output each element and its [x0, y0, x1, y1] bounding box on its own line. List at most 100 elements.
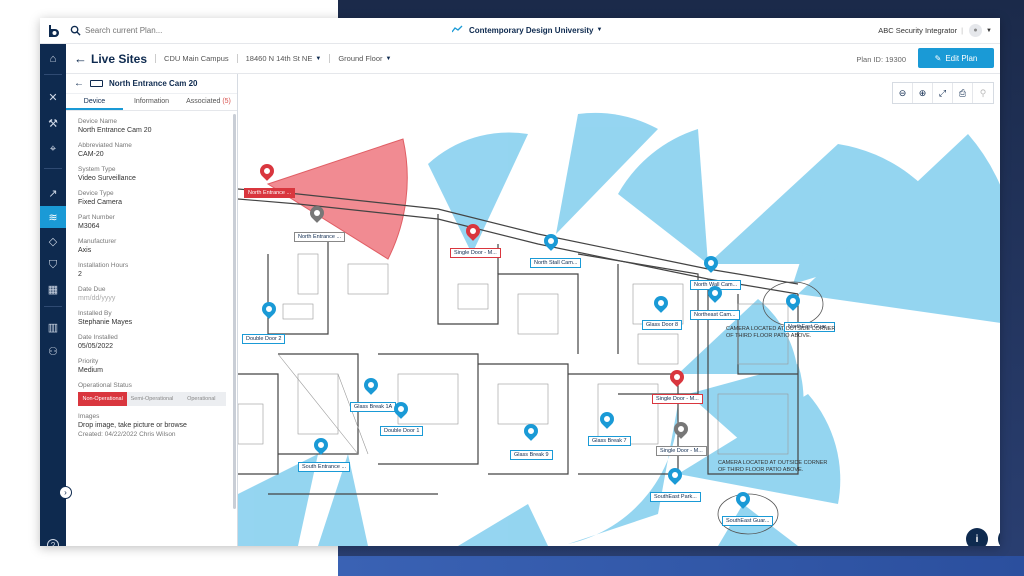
field-label: Installed By — [78, 310, 112, 317]
field-label: Device Name — [78, 118, 118, 125]
image-dropzone[interactable]: Drop image, take picture or browse — [78, 421, 237, 430]
search-box — [70, 25, 235, 36]
field-label: Operational Status — [78, 382, 132, 389]
back-arrow-icon[interactable]: ← — [74, 51, 87, 66]
field-label: Date Due — [78, 286, 106, 293]
field-value[interactable]: CAM-20 — [78, 150, 237, 159]
organization-selector[interactable]: Contemporary Design University ▼ — [451, 25, 603, 35]
device-label[interactable]: Glass Break 7 — [588, 436, 631, 446]
fit-screen-icon[interactable]: ⤢ — [933, 83, 953, 103]
field-value[interactable]: 05/05/2022 — [78, 342, 237, 351]
field-device-type: Device Type Fixed Camera — [78, 189, 237, 207]
tools-icon[interactable]: ✕ — [40, 86, 66, 108]
field-label: Manufacturer — [78, 238, 117, 245]
field-label: Priority — [78, 358, 99, 365]
field-value[interactable]: Fixed Camera — [78, 198, 237, 207]
tab-associated[interactable]: Associated (5) — [180, 94, 237, 110]
tab-information[interactable]: Information — [123, 94, 180, 110]
map-toolbar: ⊖ ⊕ ⤢ ⎙ ⚲ — [892, 82, 994, 104]
page-background-band — [338, 556, 1024, 576]
device-label[interactable]: North Stall Cam... — [530, 258, 582, 268]
breadcrumb-address[interactable]: 18460 N 14th St NE ▼ — [236, 54, 322, 63]
field-value[interactable]: 2 — [78, 270, 237, 279]
device-label[interactable]: North Entrance ... — [294, 232, 346, 242]
date-due-input[interactable]: mm/dd/yyyy — [78, 294, 237, 303]
field-date-due: Date Due mm/dd/yyyy — [78, 285, 237, 303]
tag-icon[interactable]: ◇ — [40, 230, 66, 252]
organization-name: Contemporary Design University — [469, 25, 594, 35]
collapse-panel-button[interactable]: › — [59, 486, 72, 499]
associated-count-badge: (5) — [222, 98, 231, 105]
device-label[interactable]: North Entrance ... — [244, 188, 296, 198]
field-value[interactable]: Axis — [78, 246, 237, 255]
device-label[interactable]: Northeast Cam... — [690, 310, 740, 320]
panel-scrollbar[interactable] — [233, 114, 236, 509]
field-label: Images — [78, 413, 100, 420]
status-toggle: Non-Operational Semi-Operational Operati… — [78, 392, 226, 406]
field-label: Abbreviated Name — [78, 142, 132, 149]
device-label[interactable]: Glass Break 1A — [350, 402, 397, 412]
device-label[interactable]: SouthEast Guar... — [722, 516, 774, 526]
location-pin-icon[interactable]: ⌖ — [40, 138, 66, 160]
device-label[interactable]: SouthEast Park... — [650, 492, 701, 502]
field-value[interactable]: North Entrance Cam 20 — [78, 126, 237, 135]
tab-associated-label: Associated — [186, 98, 221, 105]
app-logo[interactable] — [40, 18, 66, 44]
device-label[interactable]: South Entrance ... — [298, 462, 351, 472]
field-label: Date Installed — [78, 334, 118, 341]
avatar[interactable]: ● — [969, 24, 983, 37]
measure-icon[interactable]: ⚲ — [973, 83, 993, 103]
field-operational-status: Operational Status Non-Operational Semi-… — [78, 381, 237, 406]
status-semi-operational[interactable]: Semi-Operational — [127, 392, 177, 406]
field-value[interactable]: Video Surveillance — [78, 174, 237, 183]
tab-device[interactable]: Device — [66, 94, 123, 110]
map-annotation: CAMERA LOCATED AT OUTSIDE CORNER OF THIR… — [718, 460, 828, 473]
field-manufacturer: Manufacturer Axis — [78, 237, 237, 255]
device-title: North Entrance Cam 20 — [109, 79, 198, 88]
device-label[interactable]: Single Door - M... — [450, 248, 501, 258]
shield-icon[interactable]: ⛉ — [40, 254, 66, 276]
export-icon[interactable]: ⎙ — [953, 83, 973, 103]
edit-plan-label: Edit Plan — [945, 53, 978, 63]
live-sites-icon[interactable]: ≋ — [40, 206, 66, 228]
device-fields: Device Name North Entrance Cam 20 Abbrevi… — [66, 111, 237, 439]
chevron-down-icon: ▼ — [596, 27, 603, 33]
floor-plan-map[interactable]: North Entrance ... North Entrance ... Si… — [238, 74, 1000, 546]
home-icon[interactable]: ⌂ — [40, 48, 66, 70]
search-input[interactable] — [85, 26, 235, 35]
field-value[interactable]: M3064 — [78, 222, 237, 231]
device-label[interactable]: Single Door - M... — [652, 394, 703, 404]
edit-icon: ✎ — [934, 53, 942, 63]
device-label[interactable]: Single Door - M... — [656, 446, 707, 456]
zoom-out-icon[interactable]: ⊖ — [893, 83, 913, 103]
info-button[interactable]: i — [966, 528, 988, 546]
breadcrumb-campus[interactable]: CDU Main Campus — [155, 54, 229, 63]
help-icon[interactable]: ? — [47, 539, 59, 546]
edit-plan-button[interactable]: ✎ Edit Plan — [918, 48, 994, 68]
device-label[interactable]: Glass Door 8 — [642, 320, 683, 330]
user-menu[interactable]: ABC Security Integrator | ● ▼ — [878, 24, 992, 37]
field-label: Device Type — [78, 190, 114, 197]
status-operational[interactable]: Operational — [176, 392, 226, 406]
device-label[interactable]: Double Door 1 — [380, 426, 424, 436]
breadcrumb-floor[interactable]: Ground Floor ▼ — [329, 54, 391, 63]
rail-divider — [44, 168, 62, 169]
back-arrow-icon[interactable]: ← — [74, 78, 84, 89]
building-icon[interactable]: ▦ — [40, 278, 66, 300]
chevron-down-icon: ▼ — [385, 55, 392, 62]
user-name: ABC Security Integrator — [878, 26, 958, 35]
rail-divider — [44, 306, 62, 307]
device-label[interactable]: Glass Break 9 — [510, 450, 553, 460]
map-icon[interactable]: ▥ — [40, 316, 66, 338]
top-bar: Contemporary Design University ▼ ABC Sec… — [40, 18, 1000, 44]
field-value[interactable]: Medium — [78, 366, 237, 375]
device-label[interactable]: Double Door 2 — [242, 334, 286, 344]
analytics-icon[interactable]: ↗ — [40, 182, 66, 204]
users-icon[interactable]: ⚇ — [40, 340, 66, 362]
address: 18460 N 14th St NE — [245, 54, 313, 63]
wrench-icon[interactable]: ⚒ — [40, 112, 66, 134]
field-value[interactable]: Stephanie Mayes — [78, 318, 237, 327]
zoom-in-icon[interactable]: ⊕ — [913, 83, 933, 103]
status-non-operational[interactable]: Non-Operational — [78, 392, 128, 406]
chevron-down-icon: ▼ — [315, 55, 322, 62]
